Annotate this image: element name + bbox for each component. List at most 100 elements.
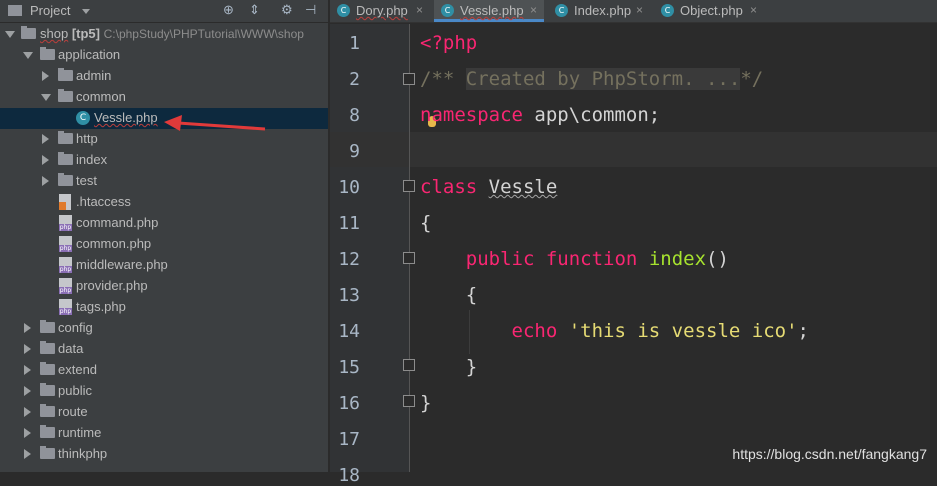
code-line-15: }: [420, 356, 477, 378]
tree-item-provider-php[interactable]: provider.php: [0, 276, 328, 297]
tree-item-admin[interactable]: admin: [0, 66, 328, 87]
tree-item-suffix: [tp5]: [71, 26, 100, 41]
expand-arrow-icon[interactable]: [41, 94, 51, 101]
tree-item-label: index: [76, 152, 108, 167]
hide-panel-icon[interactable]: ⊣: [305, 2, 316, 18]
tree-item-runtime[interactable]: runtime: [0, 423, 328, 444]
comment-close: */: [740, 68, 764, 90]
folder-icon: [40, 362, 55, 375]
close-icon[interactable]: ×: [750, 3, 757, 17]
tree-item-common[interactable]: common: [0, 87, 328, 108]
tree-item-label: shop: [40, 26, 69, 41]
tree-item-shop[interactable]: shop [tp5] C:\phpStudy\PHPTutorial\WWW\s…: [0, 24, 328, 45]
expand-arrow-icon[interactable]: [42, 155, 49, 165]
tree-item-command-php[interactable]: command.php: [0, 213, 328, 234]
tree-item-index[interactable]: index: [0, 150, 328, 171]
tree-item-middleware-php[interactable]: middleware.php: [0, 255, 328, 276]
folder-icon: [58, 89, 73, 102]
tree-item-label: data: [58, 341, 84, 356]
expand-arrow-icon[interactable]: [24, 449, 31, 459]
expand-arrow-icon[interactable]: [5, 31, 15, 38]
tree-item-public[interactable]: public: [0, 381, 328, 402]
tree-item-route[interactable]: route: [0, 402, 328, 423]
expand-arrow-icon[interactable]: [24, 428, 31, 438]
tree-item-common-php[interactable]: common.php: [0, 234, 328, 255]
tree-item-extend[interactable]: extend: [0, 360, 328, 381]
close-icon[interactable]: ×: [636, 3, 643, 17]
tree-item-label: extend: [58, 362, 98, 377]
expand-arrow-icon[interactable]: [24, 407, 31, 417]
fold-toggle-icon[interactable]: [403, 73, 415, 85]
expand-arrow-icon[interactable]: [24, 365, 31, 375]
comment-open: /**: [420, 68, 466, 90]
expand-arrow-icon[interactable]: [24, 323, 31, 333]
php-class-icon: C: [661, 4, 674, 17]
string-literal: 'this is vessle ico': [568, 320, 798, 342]
tree-item-thinkphp[interactable]: thinkphp: [0, 444, 328, 465]
folder-icon: [40, 383, 55, 396]
gear-icon[interactable]: ⚙: [281, 2, 293, 18]
tree-item-data[interactable]: data: [0, 339, 328, 360]
fold-toggle-icon[interactable]: [403, 395, 415, 407]
tab-vessle-php[interactable]: C Vessle.php ×: [434, 0, 544, 22]
tree-item-label: public: [58, 383, 92, 398]
expand-arrow-icon[interactable]: [23, 52, 33, 59]
php-class-icon: C: [555, 4, 568, 17]
line-number: 17: [338, 429, 360, 450]
annotation-arrow: [164, 115, 266, 131]
line-number: 18: [338, 465, 360, 486]
code-line-16: }: [420, 392, 431, 414]
line-number: 1: [349, 33, 360, 54]
tree-item-htaccess[interactable]: .htaccess: [0, 192, 328, 213]
public-keyword: public: [465, 248, 535, 270]
tree-item-config[interactable]: config: [0, 318, 328, 339]
brace: {: [420, 212, 432, 234]
close-icon[interactable]: ×: [530, 3, 537, 17]
php-class-icon: C: [76, 111, 90, 125]
watermark: https://blog.csdn.net/fangkang7: [732, 446, 927, 462]
fold-toggle-icon[interactable]: [403, 252, 415, 264]
tree-item-label: route: [58, 404, 88, 419]
tree-item-label: runtime: [58, 425, 102, 440]
fold-toggle-icon[interactable]: [403, 359, 415, 371]
expand-arrow-icon[interactable]: [24, 386, 31, 396]
tree-item-label: admin: [76, 68, 112, 83]
tree-item-label: test: [76, 173, 97, 188]
parens: (): [706, 248, 729, 270]
php-open-tag: <?php: [420, 32, 478, 54]
expand-arrow-icon[interactable]: [42, 134, 49, 144]
collapse-all-icon[interactable]: ⇕: [249, 2, 260, 18]
folded-comment[interactable]: Created by PhpStorm. ...: [465, 68, 741, 90]
project-panel-title[interactable]: Project: [30, 3, 70, 18]
folder-icon: [21, 26, 36, 39]
tree-item-label: .htaccess: [76, 194, 131, 209]
line-number: 15: [338, 357, 360, 378]
expand-arrow-icon[interactable]: [42, 71, 49, 81]
tree-item-label: common: [76, 89, 126, 104]
tree-item-test[interactable]: test: [0, 171, 328, 192]
line-number: 14: [338, 321, 360, 342]
brace: }: [420, 392, 432, 414]
namespace-keyword: namespace: [420, 104, 523, 126]
tree-item-label: Vessle.php: [94, 110, 158, 125]
chevron-down-icon[interactable]: [82, 9, 90, 14]
folder-icon: [40, 446, 55, 459]
code-line-10: class Vessle: [420, 176, 557, 198]
expand-arrow-icon[interactable]: [42, 176, 49, 186]
tab-dory-php[interactable]: C Dory.php ×: [330, 0, 430, 22]
folder-icon: [40, 404, 55, 417]
tree-item-label: tags.php: [76, 299, 126, 314]
code-line-2: /** Created by PhpStorm. ...*/: [420, 68, 763, 90]
expand-arrow-icon[interactable]: [24, 344, 31, 354]
crosshair-icon[interactable]: ⊕: [223, 2, 234, 18]
tab-index-php[interactable]: C Index.php ×: [548, 0, 648, 22]
htaccess-file-icon: [59, 194, 71, 210]
fold-toggle-icon[interactable]: [403, 180, 415, 192]
close-icon[interactable]: ×: [416, 3, 423, 17]
tree-item-application[interactable]: application: [0, 45, 328, 66]
line-number: 12: [338, 249, 360, 270]
tab-object-php[interactable]: C Object.php ×: [654, 0, 764, 22]
tree-item-tags-php[interactable]: tags.php: [0, 297, 328, 318]
folder-icon: [58, 152, 73, 165]
line-number: 9: [349, 141, 360, 162]
